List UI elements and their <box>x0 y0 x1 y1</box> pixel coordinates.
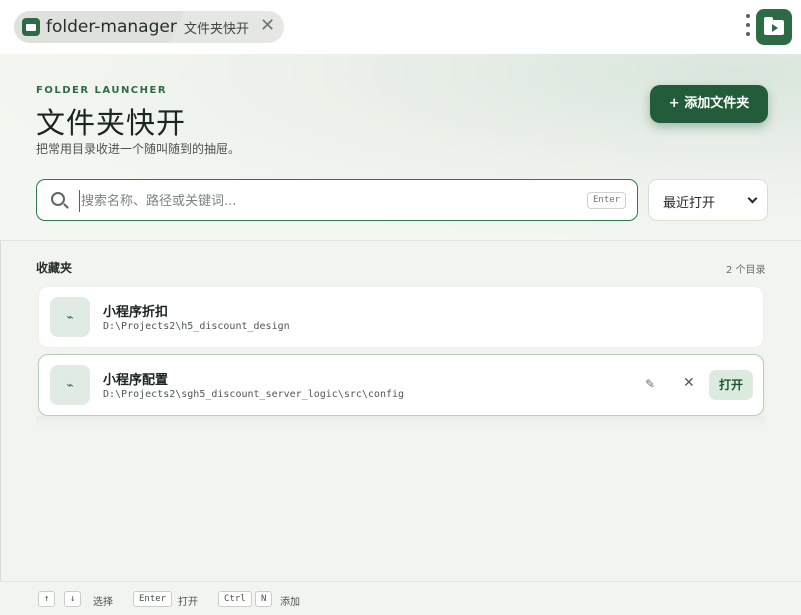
sort-selected-value: 最近打开 <box>663 196 716 211</box>
folder-shortcut-icon: ⌁ <box>50 297 90 337</box>
chevron-down-icon <box>747 193 758 204</box>
app-window: folder-manager 文件夹快开 ✕ FOLDER LAUNCHER 文… <box>0 0 801 615</box>
page-title: 文件夹快开 <box>36 106 187 140</box>
up-key-hint: ↑ <box>38 591 56 607</box>
list-item[interactable]: ⌁ 小程序折扣 D:\Projects2\h5_discount_design <box>38 286 764 348</box>
search-input[interactable] <box>79 190 559 212</box>
shortcut-footer: ↑ ↓ 选择 Enter 打开 Ctrl N 添加 <box>0 581 801 615</box>
select-hint-label: 选择 <box>93 597 113 608</box>
list-item[interactable]: ⌁ 小程序配置 D:\Projects2\sgh5_discount_serve… <box>38 354 764 416</box>
tab-app[interactable]: folder-manager <box>14 11 184 43</box>
open-folder-button[interactable]: 打开 <box>709 370 753 400</box>
app-title: folder-manager <box>46 17 177 37</box>
page-subtitle: 把常用目录收进一个随叫随到的抽屉。 <box>36 142 241 156</box>
sort-select[interactable]: 最近打开 <box>648 179 768 221</box>
search-box[interactable]: Enter <box>36 179 638 221</box>
folder-path: D:\Projects2\h5_discount_design <box>103 321 290 332</box>
edit-icon[interactable]: ✎ <box>645 377 655 391</box>
folder-name: 小程序配置 <box>103 373 169 388</box>
n-key-hint: N <box>255 591 273 607</box>
folder-open-icon[interactable] <box>756 9 792 45</box>
add-folder-button[interactable]: + 添加文件夹 <box>650 85 768 123</box>
tab-group[interactable]: folder-manager 文件夹快开 ✕ <box>14 11 284 43</box>
down-key-hint: ↓ <box>64 591 82 607</box>
folder-path: D:\Projects2\sgh5_discount_server_logic\… <box>103 389 405 400</box>
enter-key-hint: Enter <box>133 591 173 607</box>
folder-name: 小程序折扣 <box>103 305 169 320</box>
favorites-count: 2 个目录 <box>726 265 766 276</box>
tab-bar: folder-manager 文件夹快开 ✕ <box>0 0 801 54</box>
add-hint-label: 添加 <box>280 597 300 608</box>
search-icon <box>51 192 65 206</box>
folder-shortcut-icon: ⌁ <box>50 365 90 405</box>
tab-folder-launcher[interactable]: 文件夹快开 <box>184 18 249 37</box>
list-fade <box>36 416 766 428</box>
remove-icon[interactable]: ✕ <box>683 375 695 391</box>
favorites-title: 收藏夹 <box>36 261 73 275</box>
eyebrow-label: FOLDER LAUNCHER <box>36 85 168 96</box>
app-folder-icon <box>22 18 40 36</box>
ctrl-key-hint: Ctrl <box>218 591 252 607</box>
hero-section: FOLDER LAUNCHER 文件夹快开 把常用目录收进一个随叫随到的抽屉。 … <box>0 54 801 241</box>
enter-key-hint: Enter <box>587 192 627 209</box>
open-hint-label: 打开 <box>178 597 198 608</box>
close-tab-icon[interactable]: ✕ <box>260 15 275 36</box>
more-menu-icon[interactable] <box>745 14 751 40</box>
